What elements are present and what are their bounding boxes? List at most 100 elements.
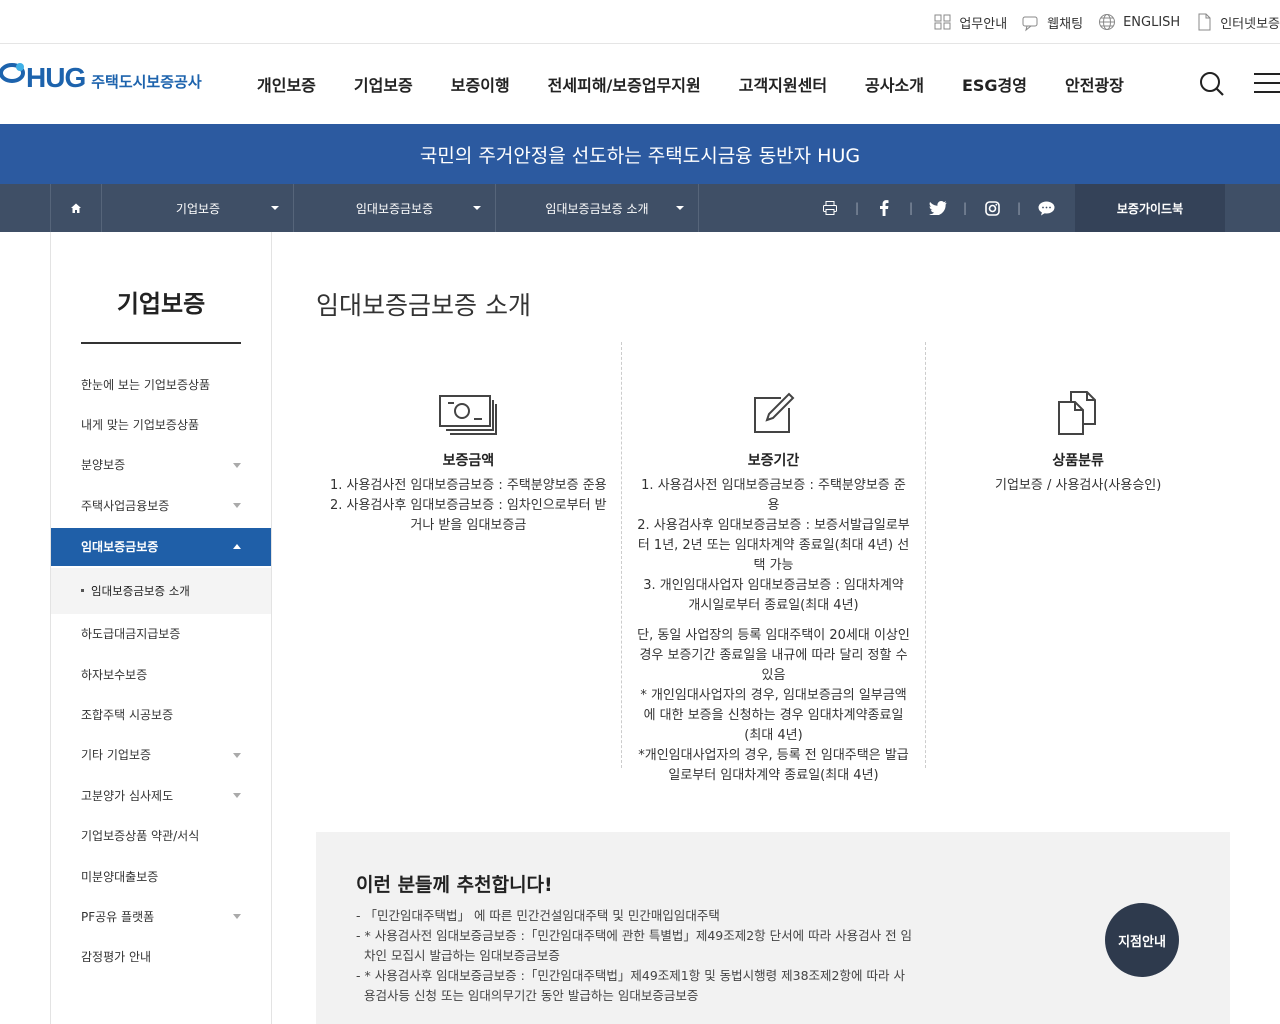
separator: |	[962, 201, 968, 215]
sidebar-item-appraisal[interactable]: 감정평가 안내	[51, 937, 271, 977]
util-internet-guarantee[interactable]: 인터넷보증	[1194, 12, 1280, 32]
chat-icon	[1022, 16, 1038, 32]
bullet-icon	[81, 589, 84, 593]
summary-heading: 상품분류	[1052, 453, 1104, 469]
util-business-guide[interactable]: 업무안내	[933, 12, 1007, 32]
caret-down-icon	[676, 206, 684, 210]
nav-item-safety[interactable]: 안전광장	[1046, 72, 1143, 96]
caret-down-icon	[233, 793, 241, 799]
summary-col-period: 보증기간 1. 사용검사전 임대보증금보증 : 주택분양보증 준용 2. 사용검…	[620, 342, 926, 783]
edit-icon	[753, 392, 794, 433]
nav-item-customer-center[interactable]: 고객지원센터	[720, 72, 846, 96]
print-button[interactable]	[812, 200, 848, 216]
location-dropdown-level2[interactable]: 임대보증금보증	[294, 184, 496, 232]
menu-button[interactable]	[1254, 70, 1280, 100]
caret-down-icon	[233, 914, 241, 920]
nav-item-personal[interactable]: 개인보증	[238, 72, 335, 96]
sidebar: 기업보증 한눈에 보는 기업보증상품 내게 맞는 기업보증상품 분양보증 주택사…	[50, 232, 272, 1024]
logo-mark: HUG	[0, 62, 86, 94]
summary-col-amount: 보증금액 1. 사용검사전 임대보증금보증 : 주택분양보증 준용 2. 사용검…	[316, 342, 621, 768]
instagram-button[interactable]	[974, 200, 1010, 216]
location-dropdown-level1[interactable]: 기업보증	[103, 184, 294, 232]
sidebar-subitem-rental-deposit-intro[interactable]: 임대보증금보증 소개	[51, 567, 271, 614]
summary-text: 2. 사용검사후 임대보증금보증 : 보증서발급일로부터 1년, 2년 또는 임…	[637, 518, 910, 573]
header: HUG 주택도시보증공사 개인보증 기업보증 보증이행 전세피해/보증업무지원 …	[0, 44, 1280, 124]
facebook-icon	[880, 200, 889, 216]
sidebar-item-overview[interactable]: 한눈에 보는 기업보증상품	[51, 364, 271, 404]
sidebar-item-high-price-review[interactable]: 고분양가 심사제도	[51, 775, 271, 815]
summary-note: * 개인임대사업자의 경우, 임대보증금의 일부금액에 대한 보증을 신청하는 …	[640, 688, 907, 743]
kakaotalk-icon	[1038, 201, 1054, 215]
sidebar-item-presale[interactable]: 분양보증	[51, 445, 271, 485]
list-item: - 「민간임대주택법」 에 따른 민간건설임대주택 및 민간매입임대주택	[356, 908, 720, 923]
caret-down-icon	[233, 503, 241, 509]
sidebar-item-union-housing[interactable]: 조합주택 시공보증	[51, 694, 271, 734]
separator: |	[1016, 201, 1022, 215]
caret-down-icon	[233, 462, 241, 468]
sidebar-menu: 한눈에 보는 기업보증상품 내게 맞는 기업보증상품 분양보증 주택사업금융보증…	[51, 364, 271, 977]
summary-text: 기업보증 / 사용검사(사용승인)	[995, 478, 1162, 493]
document-icon	[1198, 13, 1211, 31]
sidebar-item-rental-deposit[interactable]: 임대보증금보증	[51, 527, 271, 566]
caret-down-icon	[473, 206, 481, 210]
summary-text: 3. 개인임대사업자 임대보증금보증 : 임대차계약 개시일로부터 종료일(최대…	[643, 578, 904, 613]
search-icon	[1200, 72, 1224, 96]
sidebar-item-defect-repair[interactable]: 하자보수보증	[51, 654, 271, 694]
facebook-button[interactable]	[866, 200, 902, 216]
util-label: 웹채팅	[1047, 16, 1084, 32]
caret-down-icon	[233, 752, 241, 758]
nav-item-corporate[interactable]: 기업보증	[335, 72, 432, 96]
sidebar-item-recommended[interactable]: 내게 맞는 기업보증상품	[51, 404, 271, 444]
branch-info-button[interactable]: 지점안내	[1105, 903, 1179, 977]
summary-note: *개인임대사업자의 경우, 등록 전 임대주택은 발급일로부터 임대차계약 종료…	[638, 748, 909, 783]
separator: |	[854, 201, 860, 215]
slogan-banner: 국민의 주거안정을 선도하는 주택도시금융 동반자 HUG	[0, 124, 1280, 184]
sidebar-item-unsold-loan[interactable]: 미분양대출보증	[51, 856, 271, 896]
logo-swoosh-icon	[0, 63, 25, 83]
summary-text: 1. 사용검사전 임대보증금보증 : 주택분양보증 준용 2. 사용검사후 임대…	[330, 478, 607, 533]
sidebar-item-terms[interactable]: 기업보증상품 약관/서식	[51, 816, 271, 856]
list-item: - * 사용검사전 임대보증금보증 :「민간임대주택에 관한 특별법」제49조제…	[356, 928, 913, 963]
util-english[interactable]: ENGLISH	[1097, 12, 1180, 32]
summary-heading: 보증금액	[442, 453, 495, 469]
separator: |	[908, 201, 914, 215]
sidebar-item-subcontract[interactable]: 하도급대금지급보증	[51, 614, 271, 654]
location-bar: 기업보증 임대보증금보증 임대보증금보증 소개 | | | | 보증가이드북	[0, 184, 1280, 232]
search-button[interactable]	[1198, 70, 1226, 102]
banner-text: 국민의 주거안정을 선도하는 주택도시금융 동반자 HUG	[419, 144, 861, 167]
location-dropdown-level3[interactable]: 임대보증금보증 소개	[496, 184, 699, 232]
utility-bar: 업무안내 웹채팅 ENGLISH 인터넷보증	[0, 0, 1280, 44]
twitter-icon	[929, 201, 947, 215]
sidebar-item-other[interactable]: 기타 기업보증	[51, 735, 271, 775]
util-web-chat[interactable]: 웹채팅	[1021, 12, 1083, 32]
logo[interactable]: HUG 주택도시보증공사	[0, 62, 202, 94]
nav-item-fulfillment[interactable]: 보증이행	[432, 72, 529, 96]
list-item: - * 사용검사후 임대보증금보증 :「민간임대주택법」제49조제1항 및 동법…	[356, 968, 905, 1003]
sidebar-item-pf-platform[interactable]: PF공유 플랫폼	[51, 896, 271, 936]
kakaotalk-button[interactable]	[1028, 201, 1064, 216]
recommendation-title: 이런 분들께 추천합니다!	[356, 874, 553, 896]
summary-col-category: 상품분류 기업보증 / 사용검사(사용승인)	[925, 342, 1230, 768]
logo-text: 주택도시보증공사	[91, 72, 202, 91]
money-icon	[439, 395, 498, 435]
hamburger-icon	[1254, 73, 1280, 93]
sidebar-divider	[81, 342, 241, 344]
recommendation-box: 이런 분들께 추천합니다! - 「민간임대주택법」 에 따른 민간건설임대주택 …	[316, 832, 1230, 1024]
nav-item-jeonse-support[interactable]: 전세피해/보증업무지원	[529, 72, 720, 96]
home-icon	[71, 203, 81, 213]
twitter-button[interactable]	[920, 201, 956, 215]
page-title: 임대보증금보증 소개	[316, 291, 531, 320]
instagram-icon	[984, 200, 1000, 216]
summary-text: 1. 사용검사전 임대보증금보증 : 주택분양보증 준용	[641, 478, 906, 513]
nav-item-about[interactable]: 공사소개	[846, 72, 943, 96]
sidebar-title: 기업보증	[116, 290, 206, 318]
sidebar-item-housing-finance[interactable]: 주택사업금융보증	[51, 485, 271, 525]
summary-heading: 보증기간	[747, 453, 800, 469]
caret-down-icon	[271, 206, 279, 210]
nav-item-esg[interactable]: ESG경영	[943, 72, 1046, 96]
home-button[interactable]	[50, 184, 102, 232]
grid-icon	[934, 14, 951, 30]
guidebook-button[interactable]: 보증가이드북	[1075, 184, 1225, 232]
util-label: 업무안내	[959, 16, 1008, 32]
globe-icon	[1099, 14, 1116, 30]
